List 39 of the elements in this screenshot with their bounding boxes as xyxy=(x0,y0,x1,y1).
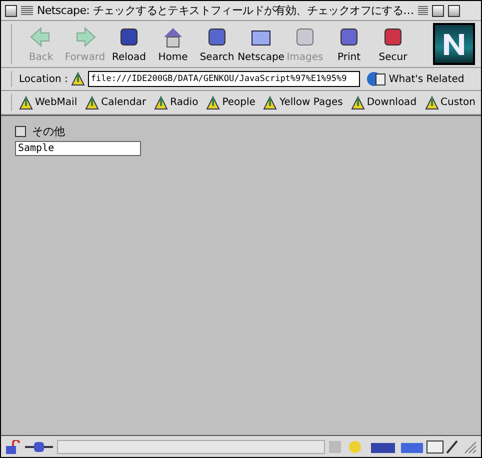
bookmark-icon xyxy=(154,96,168,110)
netscape-logo[interactable] xyxy=(433,23,475,65)
bookmark-button[interactable]: People xyxy=(206,96,264,110)
bookmark-icon xyxy=(263,96,278,110)
resize-grip-icon[interactable] xyxy=(463,440,477,454)
close-box[interactable] xyxy=(5,4,17,16)
component-bar-drawing[interactable] xyxy=(329,438,459,454)
toolbar-button[interactable]: Search xyxy=(195,21,239,67)
toolbar-button[interactable]: Secur xyxy=(371,21,415,67)
bookmark-icon xyxy=(350,96,365,110)
checkbox[interactable] xyxy=(15,126,26,137)
title-stripes xyxy=(21,6,33,16)
bookmark-button[interactable]: Yellow Pages xyxy=(263,96,351,110)
text-field[interactable]: Sample xyxy=(15,141,141,156)
bookmark-button[interactable]: WebMail xyxy=(19,96,86,110)
bookmark-button[interactable]: Custon xyxy=(424,96,481,110)
bookmark-icon xyxy=(85,96,100,110)
location-label: Location : xyxy=(19,74,68,84)
bookmark-icon xyxy=(70,72,85,86)
window-title: Netscape: チェックするとテキストフィールドが有効、チェックオフにする… xyxy=(37,3,414,18)
unlocked-lock-icon[interactable] xyxy=(5,440,21,454)
bookmark-icon xyxy=(206,96,220,110)
checkbox-label: その他 xyxy=(32,124,65,139)
bookmark-icon xyxy=(424,96,439,110)
toolbar-button[interactable]: Netscape xyxy=(239,21,283,67)
bookmark-button[interactable]: Download xyxy=(350,96,425,110)
zoom-box[interactable] xyxy=(432,4,444,16)
location-field[interactable]: file:///IDE200GB/DATA/GENKOU/JavaScript%97%E1%95%9 xyxy=(88,71,360,87)
toolbar-button[interactable]: Print xyxy=(327,21,371,67)
connection-plug-icon xyxy=(25,440,53,452)
n-logo-icon xyxy=(441,31,467,57)
toolbar-button[interactable]: Reload xyxy=(107,21,151,67)
title-stripes xyxy=(418,6,428,16)
bookmark-icon xyxy=(19,96,33,110)
bookmark-button[interactable]: Radio xyxy=(154,96,206,110)
toolbar-button[interactable]: Home xyxy=(151,21,195,67)
bookmark-button[interactable]: Calendar xyxy=(85,96,154,110)
whats-related-button[interactable]: What's Related xyxy=(360,70,464,88)
collapse-box[interactable] xyxy=(448,4,460,16)
